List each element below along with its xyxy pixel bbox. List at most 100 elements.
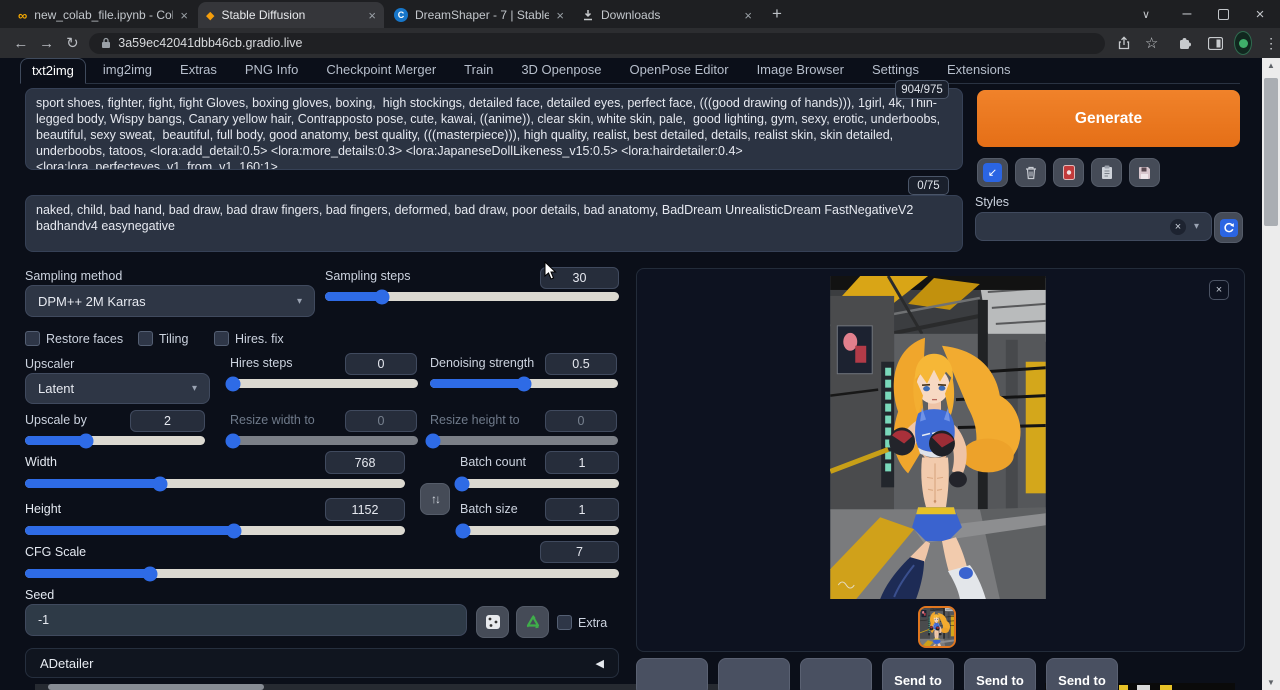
send-to-extras-button[interactable]: Send to xyxy=(1046,658,1118,690)
sampling-steps-input[interactable] xyxy=(540,267,619,289)
tiling-checkbox[interactable] xyxy=(138,331,153,346)
browser-tab-colab[interactable]: ∞ new_colab_file.ipynb - Colaborat × xyxy=(10,2,196,28)
height-slider[interactable] xyxy=(25,526,405,535)
kebab-menu-icon[interactable]: ⋮ xyxy=(1262,35,1280,52)
scroll-up-icon[interactable]: ▲ xyxy=(1262,61,1280,70)
random-seed-button[interactable] xyxy=(476,606,509,638)
restore-faces-checkbox[interactable] xyxy=(25,331,40,346)
send-to-img2img-button[interactable]: Send to xyxy=(882,658,954,690)
close-icon[interactable]: × xyxy=(368,9,376,22)
resize-height-input[interactable] xyxy=(545,410,617,432)
width-slider[interactable] xyxy=(25,479,405,488)
width-input[interactable] xyxy=(325,451,405,474)
upscale-by-input[interactable] xyxy=(130,410,205,432)
gallery-thumbnail-selected[interactable] xyxy=(918,606,956,648)
generated-image[interactable] xyxy=(830,276,1046,599)
slider-knob[interactable] xyxy=(225,376,240,391)
send-to-inpaint-button[interactable]: Send to xyxy=(964,658,1036,690)
upscale-by-slider[interactable] xyxy=(25,436,205,445)
back-icon[interactable]: ← xyxy=(8,35,34,52)
extra-networks-button[interactable] xyxy=(1053,158,1084,187)
close-icon[interactable]: × xyxy=(744,9,752,22)
horizontal-scrollbar-thumb[interactable] xyxy=(48,684,264,690)
apply-style-button[interactable] xyxy=(1091,158,1122,187)
extensions-puzzle-icon[interactable] xyxy=(1176,36,1194,50)
browser-tab-dreamshaper[interactable]: C DreamShaper - 7 | Stable Diffusio × xyxy=(386,2,572,28)
batch-size-slider[interactable] xyxy=(460,526,619,535)
hires-fix-checkbox[interactable] xyxy=(214,331,229,346)
batch-size-input[interactable] xyxy=(545,498,619,521)
slider-knob[interactable] xyxy=(455,476,470,491)
tab-train[interactable]: Train xyxy=(453,58,504,83)
address-bar[interactable]: 3a59ec42041dbb46cb.gradio.live xyxy=(89,33,1105,54)
bookmark-star-icon[interactable]: ☆ xyxy=(1143,34,1161,52)
seed-input[interactable] xyxy=(25,604,467,636)
tab-checkpoint-merger[interactable]: Checkpoint Merger xyxy=(315,58,447,83)
minimize-button[interactable]: – xyxy=(1172,0,1202,28)
sampling-steps-slider[interactable] xyxy=(325,292,619,301)
sampling-method-select[interactable]: DPM++ 2M Karras ▾ xyxy=(25,285,315,317)
browser-tab-downloads[interactable]: Downloads × xyxy=(574,2,760,28)
adetailer-accordion[interactable]: ADetailer ◀ xyxy=(25,648,619,678)
clear-prompt-button[interactable] xyxy=(1015,158,1046,187)
share-icon[interactable] xyxy=(1115,36,1133,50)
swap-dimensions-button[interactable]: ↑↓ xyxy=(420,483,450,515)
tab-image-browser[interactable]: Image Browser xyxy=(746,58,855,83)
tab-png-info[interactable]: PNG Info xyxy=(234,58,309,83)
save-image-button[interactable] xyxy=(718,658,790,690)
negative-prompt-input[interactable]: naked, child, bad hand, bad draw, bad dr… xyxy=(25,195,963,252)
styles-clear-icon[interactable]: × xyxy=(1170,219,1186,235)
slider-knob[interactable] xyxy=(425,433,440,448)
cfg-scale-input[interactable] xyxy=(540,541,619,563)
close-icon[interactable]: × xyxy=(556,9,564,22)
hires-steps-input[interactable] xyxy=(345,353,417,375)
tab-extensions[interactable]: Extensions xyxy=(936,58,1022,83)
side-panel-icon[interactable] xyxy=(1206,37,1224,50)
tab-search-icon[interactable]: ∨ xyxy=(1132,0,1160,28)
tab-extras[interactable]: Extras xyxy=(169,58,228,83)
slider-knob[interactable] xyxy=(227,523,242,538)
cfg-scale-slider[interactable] xyxy=(25,569,619,578)
resize-width-input[interactable] xyxy=(345,410,417,432)
upscaler-select[interactable]: Latent ▾ xyxy=(25,373,210,404)
page-scrollbar-thumb[interactable] xyxy=(1264,78,1278,226)
slider-knob[interactable] xyxy=(152,476,167,491)
slider-knob[interactable] xyxy=(517,376,532,391)
reload-icon[interactable]: ↻ xyxy=(60,34,86,52)
batch-count-slider[interactable] xyxy=(460,479,619,488)
forward-icon[interactable]: → xyxy=(34,35,60,52)
extra-seed-checkbox[interactable] xyxy=(557,615,572,630)
slider-knob[interactable] xyxy=(79,433,94,448)
slider-knob[interactable] xyxy=(456,523,471,538)
tab-txt2img[interactable]: txt2img xyxy=(20,58,86,84)
height-input[interactable] xyxy=(325,498,405,521)
denoising-strength-input[interactable] xyxy=(545,353,617,375)
styles-select[interactable]: × ▾ xyxy=(975,212,1212,241)
hires-steps-slider[interactable] xyxy=(230,379,418,388)
tab-3d-openpose[interactable]: 3D Openpose xyxy=(510,58,612,83)
browser-tab-stable-diffusion[interactable]: ◆ Stable Diffusion × xyxy=(198,2,384,28)
maximize-button[interactable] xyxy=(1208,0,1238,28)
save-style-button[interactable] xyxy=(1129,158,1160,187)
prompt-input[interactable]: sport shoes, fighter, fight, fight Glove… xyxy=(25,88,963,170)
new-tab-button[interactable]: + xyxy=(772,4,782,24)
slider-knob[interactable] xyxy=(375,289,390,304)
close-icon[interactable]: × xyxy=(180,9,188,22)
profile-avatar[interactable] xyxy=(1234,31,1252,55)
batch-count-input[interactable] xyxy=(545,451,619,474)
page-scrollbar[interactable]: ▲ ▼ xyxy=(1262,58,1280,690)
reuse-seed-button[interactable] xyxy=(516,606,549,638)
tab-openpose-editor[interactable]: OpenPose Editor xyxy=(619,58,740,83)
generate-button[interactable]: Generate xyxy=(977,90,1240,147)
resize-width-slider[interactable] xyxy=(230,436,418,445)
styles-refresh-button[interactable] xyxy=(1214,212,1243,243)
resize-height-slider[interactable] xyxy=(430,436,618,445)
gallery-close-button[interactable]: × xyxy=(1209,280,1229,300)
window-close-button[interactable]: × xyxy=(1244,0,1276,28)
slider-knob[interactable] xyxy=(142,566,157,581)
tab-img2img[interactable]: img2img xyxy=(92,58,163,83)
scroll-down-icon[interactable]: ▼ xyxy=(1262,678,1280,687)
save-zip-button[interactable] xyxy=(800,658,872,690)
open-folder-button[interactable] xyxy=(636,658,708,690)
denoising-strength-slider[interactable] xyxy=(430,379,618,388)
